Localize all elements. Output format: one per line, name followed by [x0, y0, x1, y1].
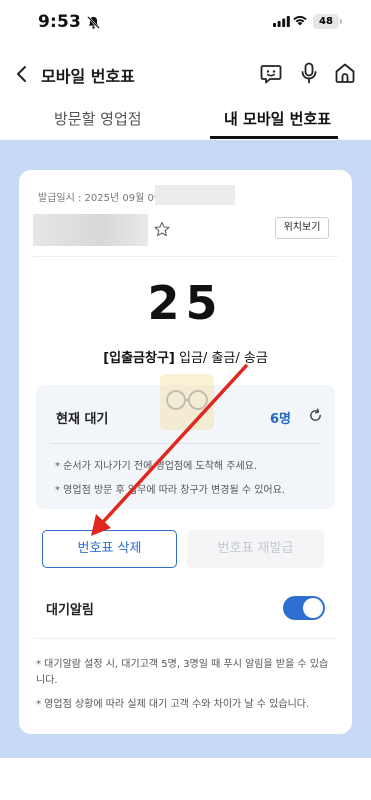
divider [33, 638, 338, 639]
toggle-knob [303, 598, 323, 618]
issue-date: 발급일시 : 2025년 09월 09 [38, 193, 161, 204]
view-location-button[interactable]: 위치보기 [275, 217, 329, 239]
wait-alarm-label: 대기알림 [46, 603, 94, 618]
divider [50, 443, 321, 444]
tab-visit-branch[interactable]: 방문할 영업점 [54, 108, 142, 129]
waiting-label: 현재 대기 [56, 412, 109, 427]
refresh-icon[interactable] [308, 408, 323, 423]
back-chevron-icon[interactable] [14, 64, 30, 84]
bell-muted-icon [87, 16, 100, 29]
battery-tip [340, 19, 342, 24]
bottom-area [0, 758, 371, 800]
redacted-time [155, 185, 235, 205]
cellular-signal-icon [273, 16, 290, 27]
counter-info: [입출금창구] 입금/ 출금/ 송금 [19, 347, 352, 366]
tab-my-ticket[interactable]: 내 모바일 번호표 [224, 108, 331, 129]
microphone-icon[interactable] [297, 61, 321, 85]
active-tab-indicator [210, 136, 338, 139]
waiting-note: * 순서가 지나가기 전에 영업점에 도착해 주세요. [55, 461, 258, 472]
redacted-branch-name [33, 214, 148, 246]
alarm-note: * 영업점 상황에 따라 실제 대기 고객 수와 차이가 날 수 있습니다. [36, 699, 310, 710]
counter-services: 입금/ 출금/ 송금 [174, 351, 268, 366]
status-time: 9:53 [38, 12, 82, 32]
ticket-card: 발급일시 : 2025년 09월 09 위치보기 25 [입출금창구] 입금/ … [19, 170, 352, 734]
chatbot-icon[interactable] [259, 61, 283, 85]
wifi-icon [293, 15, 307, 26]
page-title: 모바일 번호표 [41, 67, 135, 86]
waiting-note: * 영업점 방문 후 업무에 따라 창구가 변경될 수 있어요. [55, 485, 285, 496]
wait-alarm-toggle[interactable] [283, 596, 325, 620]
counter-name: [입출금창구] [103, 351, 175, 366]
app-header: 모바일 번호표 [0, 44, 371, 102]
waiting-count: 6명 [270, 412, 292, 427]
star-favorite-icon[interactable] [154, 221, 170, 237]
watermark-logo-icon [160, 374, 214, 430]
ticket-number: 25 [147, 276, 224, 330]
reissue-ticket-button[interactable]: 번호표 재발급 [187, 530, 324, 568]
divider [33, 256, 338, 257]
delete-ticket-button[interactable]: 번호표 삭제 [42, 530, 177, 568]
tab-bar: 방문할 영업점 내 모바일 번호표 [0, 102, 371, 140]
alarm-note: * 대기알람 설정 시, 대기고객 5명, 3명일 때 푸시 알림을 받을 수 … [36, 659, 329, 686]
status-bar: 9:53 48 [0, 0, 371, 44]
battery-indicator: 48 [313, 14, 339, 29]
home-icon[interactable] [333, 61, 357, 85]
